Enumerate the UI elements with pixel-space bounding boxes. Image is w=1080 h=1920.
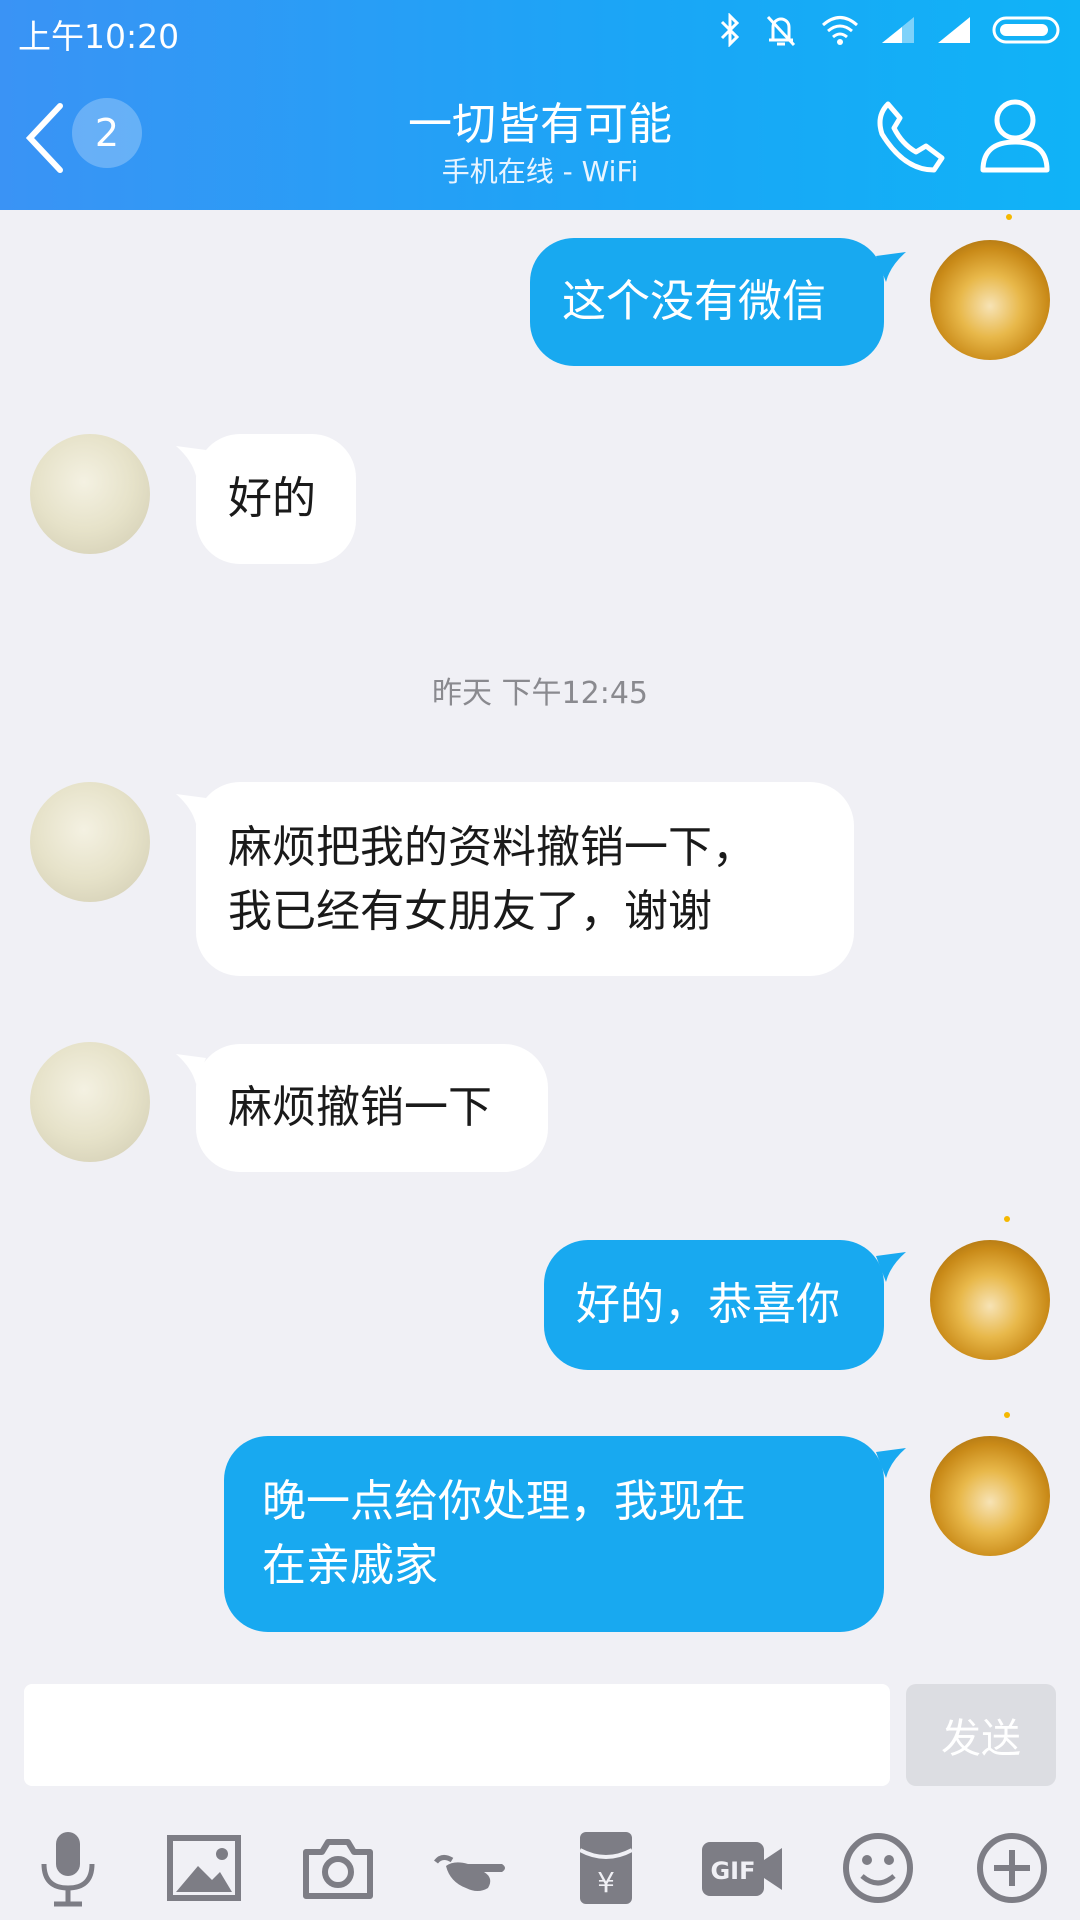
profile-button[interactable] [978, 94, 1052, 174]
message-line: 晚一点给你处理，我现在 [262, 1476, 746, 1527]
gif-icon[interactable]: GIF [698, 1828, 786, 1908]
message-bubble-sent[interactable]: 这个没有微信 [530, 238, 884, 366]
message-bubble-received[interactable]: 好的 [196, 434, 356, 564]
contact-avatar[interactable] [30, 1042, 150, 1162]
my-avatar[interactable] [930, 1436, 1050, 1556]
image-icon[interactable] [164, 1828, 244, 1908]
plus-icon[interactable] [972, 1828, 1052, 1908]
message-line: 麻烦把我的资料撤销一下， [228, 822, 756, 873]
status-dot [1004, 1216, 1010, 1222]
poke-icon[interactable] [432, 1828, 512, 1908]
message-bubble-sent[interactable]: 晚一点给你处理，我现在 在亲戚家 [224, 1436, 884, 1632]
red-packet-icon[interactable]: ¥ [566, 1828, 646, 1908]
bluetooth-icon [720, 13, 740, 47]
status-icons [718, 12, 1064, 48]
status-time: 上午10:20 [18, 17, 180, 56]
svg-text:¥: ¥ [597, 1866, 615, 1899]
signal-icon-2 [938, 17, 970, 43]
signal-icon [882, 17, 914, 43]
message-bubble-sent[interactable]: 好的，恭喜你 [544, 1240, 884, 1370]
wifi-icon [822, 16, 858, 45]
status-dot [1006, 214, 1012, 220]
phone-call-button[interactable] [870, 96, 950, 176]
contact-avatar[interactable] [30, 782, 150, 902]
message-bubble-received[interactable]: 麻烦撤销一下 [196, 1044, 548, 1172]
contact-avatar[interactable] [30, 434, 150, 554]
message-timestamp: 昨天 下午12:45 [432, 676, 648, 711]
emoji-icon[interactable] [838, 1828, 918, 1908]
send-button[interactable]: 发送 [906, 1684, 1056, 1786]
vibrate-off-icon [766, 15, 796, 47]
svg-text:GIF: GIF [710, 1857, 755, 1885]
input-toolbar: ¥ GIF [0, 1806, 1080, 1920]
status-dot [1004, 1412, 1010, 1418]
message-line: 我已经有女朋友了，谢谢 [228, 886, 712, 937]
message-bubble-received[interactable]: 麻烦把我的资料撤销一下， 我已经有女朋友了，谢谢 [196, 782, 854, 976]
my-avatar[interactable] [930, 240, 1050, 360]
chat-header: 上午10:20 2 一切皆有可能 手机在线 - WiFi [0, 0, 1080, 210]
microphone-icon[interactable] [28, 1828, 108, 1908]
message-line: 在亲戚家 [262, 1540, 438, 1591]
my-avatar[interactable] [930, 1240, 1050, 1360]
message-input[interactable] [24, 1684, 890, 1786]
camera-icon[interactable] [298, 1828, 378, 1908]
battery-icon [992, 16, 1060, 44]
